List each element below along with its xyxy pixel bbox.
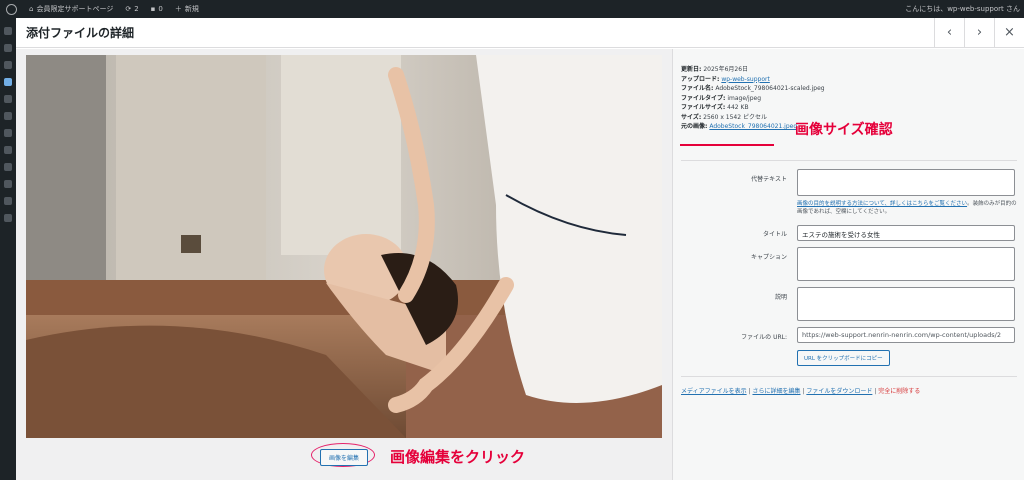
plus-icon: ＋ [174,5,182,13]
dashboard-icon[interactable] [4,27,12,35]
close-icon: × [1004,25,1015,40]
alt-text-help: 画像の目的を説明する方法について、詳しくはこちらをご覧ください。装飾のみが目的の… [797,201,1017,215]
description-label: 説明 [774,294,787,301]
comment-icon: ▪ [150,5,156,13]
uploaded-by: アップロード: wp-web-support [681,75,770,83]
file-size: ファイルサイズ: 442 KB [681,104,749,111]
title-label: タイトル [762,231,787,238]
comments-menu-icon[interactable] [4,112,12,120]
attachment-details-panel: 更新日: 2025年6月26日 アップロード: wp-web-support フ… [672,49,1024,480]
account-greeting[interactable]: こんにちは、wp-web-support さん [899,4,1024,14]
size-annotation-underline [680,144,774,146]
refresh-icon: ⟳ [125,5,132,13]
uploaded-on: 更新日: 2025年6月26日 [681,66,749,73]
copy-url-button[interactable]: URL をクリップボードにコピー [797,350,890,366]
next-button[interactable]: › [964,17,994,48]
image-preview-area: 画像を編集 画像編集をクリック [16,49,672,480]
attachment-details-modal: 添付ファイルの詳細 ‹ › × 画像を編集 画像編集をクリック 更新日: 202… [16,17,1024,480]
admin-menu [0,18,16,480]
caption-label: キャプション [750,254,787,261]
original-image-link[interactable]: AdobeStock_798064021.jpeg [709,123,797,130]
home-icon: ⌂ [29,5,34,13]
admin-bar: ⌂ 会員限定サポートページ ⟳ 2 ▪ 0 ＋ 新規 こんにちは、wp-web-… [0,0,1024,18]
download-file-link[interactable]: ファイルをダウンロード [806,388,872,395]
close-button[interactable]: × [994,17,1024,48]
massage-photo-illustration [26,55,662,438]
site-name-link[interactable]: ⌂ 会員限定サポートページ [23,4,119,14]
modal-header: 添付ファイルの詳細 ‹ › × [16,17,1024,48]
description-input[interactable] [797,287,1015,321]
alt-text-help-link[interactable]: 画像の目的を説明する方法について、詳しくはこちらをご覧ください [797,201,967,207]
divider [681,376,1017,377]
divider [681,160,1017,161]
caption-input[interactable] [797,247,1015,281]
alt-text-input[interactable] [797,169,1015,196]
new-content-link[interactable]: ＋ 新規 [169,4,205,14]
plugins-icon[interactable] [4,146,12,154]
file-type: ファイルタイプ: image/jpeg [681,94,762,102]
collapse-icon[interactable] [4,214,12,222]
comments-link[interactable]: ▪ 0 [145,5,169,13]
media-icon[interactable] [4,78,12,86]
tools-icon[interactable] [4,180,12,188]
view-media-file-link[interactable]: メディアファイルを表示 [681,388,747,395]
pin-icon[interactable] [4,61,12,69]
users-icon[interactable] [4,163,12,171]
edit-image-annotation: 画像編集をクリック [390,448,526,466]
pages-icon[interactable] [4,95,12,103]
appearance-icon[interactable] [4,129,12,137]
chevron-right-icon: › [976,25,983,40]
title-input[interactable]: エステの施術を受ける女性 [797,225,1015,241]
attachment-actions: メディアファイルを表示 | さらに詳細を編集 | ファイルをダウンロード | 完… [681,388,921,395]
alt-text-label: 代替テキスト [751,176,787,183]
settings-icon[interactable] [4,197,12,205]
file-url-input[interactable]: https://web-support.nenrin-nenrin.com/wp… [797,327,1015,343]
file-name: ファイル名: AdobeStock_798064021-scaled.jpeg [681,85,825,92]
posts-icon[interactable] [4,44,12,52]
uploader-link[interactable]: wp-web-support [721,76,770,83]
modal-title: 添付ファイルの詳細 [26,26,135,40]
wordpress-logo-icon[interactable] [0,3,23,15]
updates-link[interactable]: ⟳ 2 [119,5,144,13]
previous-button[interactable]: ‹ [934,17,964,48]
edit-image-button[interactable]: 画像を編集 [320,449,369,466]
edit-more-details-link[interactable]: さらに詳細を編集 [752,388,800,395]
attachment-image [26,55,662,438]
size-check-annotation: 画像サイズ確認 [795,122,893,138]
delete-permanently-link[interactable]: 完全に削除する [878,388,920,395]
file-url-label: ファイルの URL: [741,334,787,341]
chevron-left-icon: ‹ [946,25,953,40]
